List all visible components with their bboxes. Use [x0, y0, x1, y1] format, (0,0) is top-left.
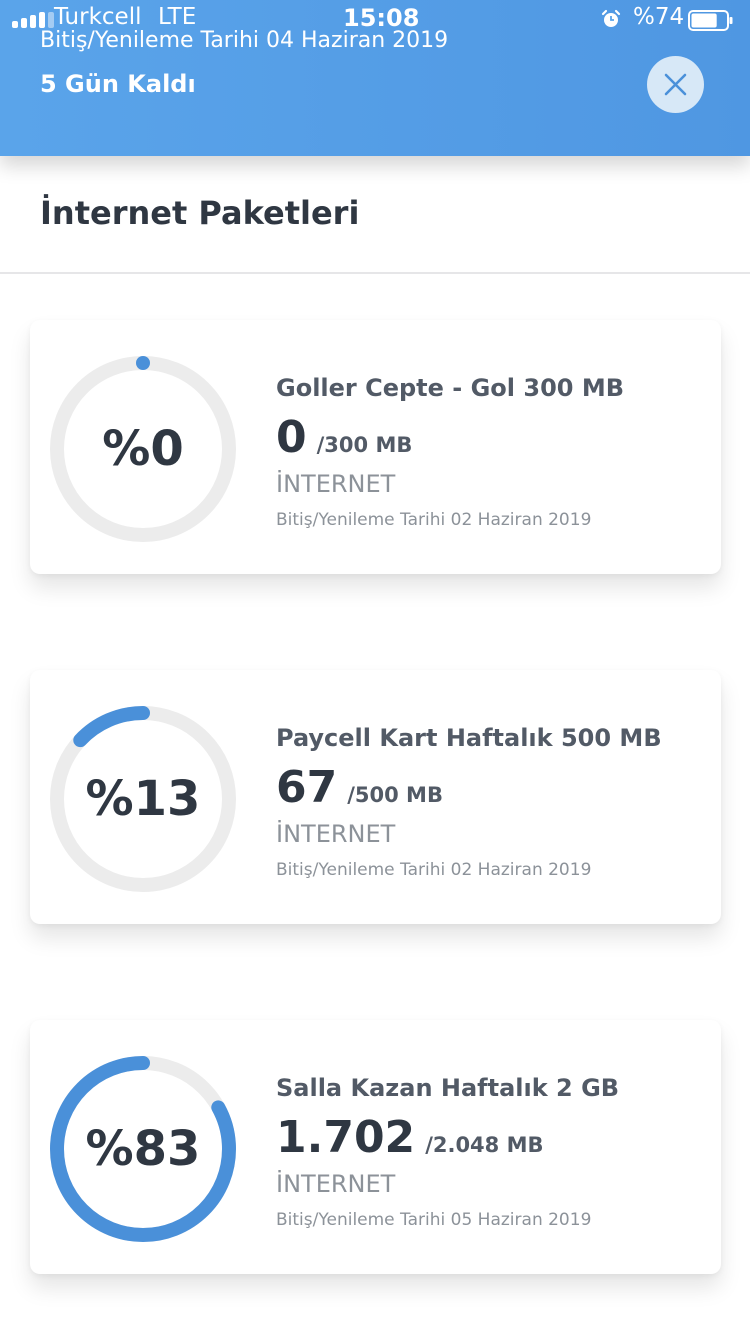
- package-name: Goller Cepte - Gol 300 MB: [276, 374, 624, 402]
- total-amount: /300 MB: [316, 433, 413, 457]
- header-renewal-date: Bitiş/Yenileme Tarihi 04 Haziran 2019: [40, 28, 449, 53]
- package-renewal-date: Bitiş/Yenileme Tarihi 02 Haziran 2019: [276, 860, 592, 880]
- used-amount: 0/300 MB: [276, 412, 412, 463]
- used-value: 0: [276, 412, 307, 463]
- header-banner: Turkcell LTE 15:08 %74 Bitiş/Yenileme Ta…: [0, 0, 750, 156]
- used-value: 1.702: [276, 1112, 416, 1163]
- battery-percent: %74: [633, 4, 685, 30]
- package-renewal-date: Bitiş/Yenileme Tarihi 05 Haziran 2019: [276, 1210, 592, 1230]
- package-card[interactable]: %83 Salla Kazan Haftalık 2 GB 1.702/2.04…: [30, 1020, 721, 1274]
- package-card[interactable]: %13 Paycell Kart Haftalık 500 MB 67/500 …: [30, 670, 721, 924]
- used-amount: 1.702/2.048 MB: [276, 1112, 544, 1163]
- close-button[interactable]: [647, 56, 704, 113]
- usage-percent: %13: [85, 771, 201, 827]
- used-amount: 67/500 MB: [276, 762, 443, 813]
- package-renewal-date: Bitiş/Yenileme Tarihi 02 Haziran 2019: [276, 510, 592, 530]
- package-type: İNTERNET: [276, 470, 396, 498]
- total-amount: /2.048 MB: [425, 1133, 544, 1157]
- network-type: LTE: [158, 4, 197, 30]
- used-value: 67: [276, 762, 338, 813]
- battery-icon: [688, 10, 733, 31]
- alarm-icon: [601, 9, 621, 27]
- usage-percent: %0: [102, 421, 184, 477]
- usage-percent: %83: [85, 1121, 201, 1177]
- section-divider: [0, 272, 750, 274]
- total-amount: /500 MB: [347, 783, 443, 807]
- package-name: Paycell Kart Haftalık 500 MB: [276, 724, 662, 752]
- days-left-label: 5 Gün Kaldı: [40, 70, 196, 98]
- package-type: İNTERNET: [276, 1170, 396, 1198]
- package-name: Salla Kazan Haftalık 2 GB: [276, 1074, 620, 1102]
- carrier-name: Turkcell: [54, 4, 142, 30]
- close-icon: [664, 73, 687, 96]
- package-type: İNTERNET: [276, 820, 396, 848]
- package-card[interactable]: %0 Goller Cepte - Gol 300 MB 0/300 MB İN…: [30, 320, 721, 574]
- page-title: İnternet Paketleri: [40, 194, 360, 232]
